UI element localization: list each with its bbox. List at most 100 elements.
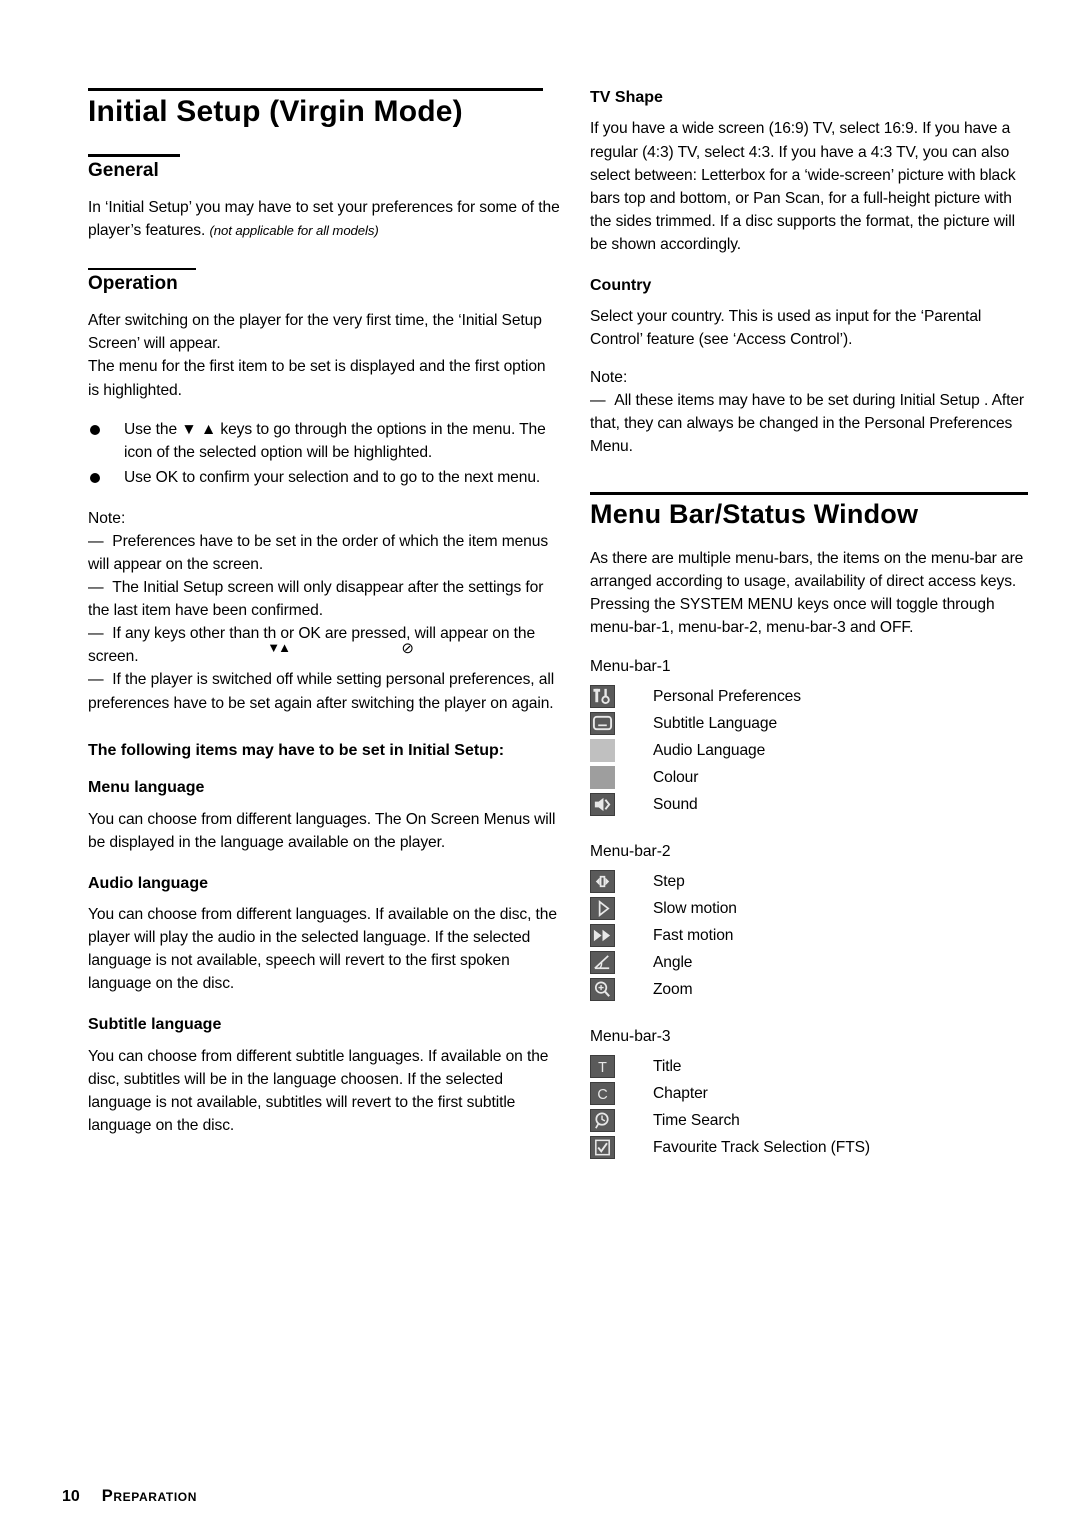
- em-dash: —: [88, 625, 104, 643]
- menu-item-label: Time Search: [653, 1111, 740, 1129]
- audio-language-body: You can choose from different languages.…: [88, 906, 557, 993]
- note-label: Note:: [590, 368, 628, 386]
- menu-item-audio-language[interactable]: Audio Language: [590, 737, 1030, 764]
- menu-item-label: Angle: [653, 953, 693, 971]
- menu-item-label: Sound: [653, 795, 698, 813]
- note-item: — The Initial Setup screen will only disa…: [88, 576, 560, 622]
- menu-item-label: Favourite Track Selection (FTS): [653, 1138, 871, 1156]
- note-item: — All these items may have to be set duri…: [590, 389, 1030, 458]
- step-icon: [590, 870, 615, 894]
- tv-shape-body: If you have a wide screen (16:9) TV, sel…: [590, 120, 1016, 253]
- colour-icon: [590, 766, 615, 790]
- bullet-dot-icon: [90, 472, 100, 483]
- angle-icon: [590, 951, 615, 975]
- menu-bar-title-rule: [590, 491, 1028, 495]
- note-item: — Preferences have to be set in the order…: [88, 530, 560, 576]
- country-note-block: Note: — All these items may have to be se…: [590, 366, 1030, 458]
- menu-item-slow-motion[interactable]: Slow motion: [590, 895, 1030, 922]
- fast-motion-icon: [590, 924, 615, 948]
- em-dash: —: [88, 579, 104, 597]
- subtitle-icon: [590, 712, 615, 736]
- svg-text:C: C: [597, 1087, 607, 1103]
- menu-item-sound[interactable]: Sound: [590, 791, 1030, 818]
- menu-item-fast-motion[interactable]: Fast motion: [590, 922, 1030, 949]
- note-item-label: All these items may have to be set durin…: [590, 391, 1025, 455]
- menu-item-colour[interactable]: Colour: [590, 764, 1030, 791]
- menu-item-label: Colour: [653, 768, 699, 786]
- tools-icon: [590, 685, 615, 709]
- general-paragraph-note: (not applicable for all models): [209, 222, 379, 238]
- menu-item-fts[interactable]: Favourite Track Selection (FTS): [590, 1134, 1030, 1161]
- operation-heading: Operation: [88, 273, 178, 295]
- em-dash: —: [88, 532, 104, 550]
- note-item-label: The Initial Setup screen will only disap…: [88, 579, 544, 620]
- menu-bar-1-group: Menu-bar-1 Personal Preferences Subtitle…: [590, 655, 1030, 818]
- operation-note-block: Note: — Preferences have to be set in the…: [88, 507, 560, 715]
- document-page: Initial Setup (Virgin Mode) General In ‘…: [0, 0, 1080, 1528]
- list-item-label: Use the ▼ ▲ keys to go through the optio…: [124, 420, 546, 461]
- bullet-dot-icon: [90, 424, 100, 435]
- menu-item-zoom[interactable]: Zoom: [590, 976, 1030, 1003]
- menu-item-label: Subtitle Language: [653, 714, 778, 732]
- right-column: TV Shape If you have a wide screen (16:9…: [590, 88, 1030, 1161]
- page-title: Initial Setup (Virgin Mode): [88, 95, 463, 128]
- menu-bar-3-label: Menu-bar-3: [590, 1028, 671, 1046]
- operation-rule: [88, 267, 196, 271]
- menu-item-subtitle-language[interactable]: Subtitle Language: [590, 710, 1030, 737]
- no-entry-icon: ⊘: [401, 640, 414, 658]
- menu-bar-2-group: Menu-bar-2 Step Slow motion Fast motion …: [590, 840, 1030, 1003]
- country-body: Select your country. This is used as inp…: [590, 308, 982, 349]
- subtitle-language-body: You can choose from different subtitle l…: [88, 1047, 549, 1135]
- menu-language-heading: Menu language: [88, 779, 205, 797]
- zoom-icon: [590, 978, 615, 1002]
- menu-item-label: Zoom: [653, 980, 693, 998]
- menu-item-chapter[interactable]: C Chapter: [590, 1080, 1030, 1107]
- em-dash: —: [590, 391, 606, 409]
- general-heading: General: [88, 159, 159, 181]
- footer-section-label: Preparation: [101, 1487, 197, 1505]
- list-item: Use OK to confirm your selection and to …: [88, 466, 560, 489]
- menu-item-label: Audio Language: [653, 741, 766, 759]
- menu-item-step[interactable]: Step: [590, 868, 1030, 895]
- menu-item-label: Chapter: [653, 1084, 708, 1102]
- title-rule: [88, 88, 543, 91]
- operation-paragraph-1: After switching on the player for the ve…: [88, 312, 542, 353]
- general-rule: [88, 154, 180, 157]
- menu-item-label: Fast motion: [653, 926, 734, 944]
- note-item: — If the player is switched off while set…: [88, 668, 560, 714]
- note-item-middle: or OK are pressed,: [276, 625, 411, 643]
- audio-language-icon: [590, 739, 615, 763]
- menu-item-label: Step: [653, 872, 685, 890]
- general-heading-block: General: [88, 154, 560, 181]
- menu-item-title[interactable]: T Title: [590, 1053, 1030, 1080]
- list-item: Use the ▼ ▲ keys to go through the optio…: [88, 418, 560, 464]
- note-item-label: If the player is switched off while sett…: [88, 671, 555, 712]
- left-column: Initial Setup (Virgin Mode) General In ‘…: [88, 88, 560, 1150]
- operation-bullet-list: Use the ▼ ▲ keys to go through the optio…: [88, 418, 560, 489]
- page-footer: 10 Preparation: [62, 1487, 197, 1506]
- fts-icon: [590, 1136, 615, 1160]
- slow-motion-icon: [590, 897, 615, 921]
- menu-bar-3-group: Menu-bar-3 T Title C Chapter Time Search…: [590, 1025, 1030, 1161]
- em-dash: —: [88, 671, 104, 689]
- menu-bar-title: Menu Bar/Status Window: [590, 498, 919, 529]
- menu-item-time-search[interactable]: Time Search: [590, 1107, 1030, 1134]
- subtitle-language-heading: Subtitle language: [88, 1016, 222, 1034]
- chapter-icon: C: [590, 1082, 615, 1106]
- menu-item-personal-preferences[interactable]: Personal Preferences: [590, 683, 1030, 710]
- arrow-keys-icon: ▼▲: [267, 640, 291, 656]
- title-icon: T: [590, 1055, 615, 1079]
- menu-item-label: Title: [653, 1057, 682, 1075]
- general-paragraph: In ‘Initial Setup’ you may have to set y…: [88, 196, 560, 242]
- items-intro-heading: The following items may have to be set i…: [88, 741, 505, 759]
- note-item-label: Preferences have to be set in the order …: [88, 532, 549, 574]
- speaker-icon: [590, 793, 615, 817]
- menu-item-label: Personal Preferences: [653, 687, 801, 705]
- page-number: 10: [62, 1488, 80, 1505]
- operation-paragraph-2: The menu for the first item to be set is…: [88, 358, 546, 399]
- menu-bar-title-block: Menu Bar/Status Window: [590, 491, 1030, 529]
- menu-item-angle[interactable]: Angle: [590, 949, 1030, 976]
- tv-shape-heading: TV Shape: [590, 89, 663, 106]
- list-item-label: Use OK to confirm your selection and to …: [124, 468, 541, 486]
- menu-bar-2-label: Menu-bar-2: [590, 843, 671, 861]
